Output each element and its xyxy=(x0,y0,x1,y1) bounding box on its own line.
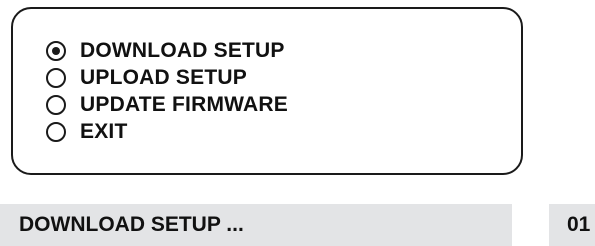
menu-panel: DOWNLOAD SETUP UPLOAD SETUP UPDATE FIRMW… xyxy=(11,7,523,175)
counter-value: 01 xyxy=(567,213,591,236)
option-update-firmware[interactable]: UPDATE FIRMWARE xyxy=(46,91,288,118)
option-label: DOWNLOAD SETUP xyxy=(80,38,285,62)
radio-selected-icon[interactable] xyxy=(46,40,66,61)
option-exit[interactable]: EXIT xyxy=(46,118,288,145)
option-upload-setup[interactable]: UPLOAD SETUP xyxy=(46,64,288,91)
status-text: DOWNLOAD SETUP ... xyxy=(19,213,244,236)
radio-unselected-icon[interactable] xyxy=(46,94,66,115)
option-download-setup[interactable]: DOWNLOAD SETUP xyxy=(46,37,288,64)
option-label: UPLOAD SETUP xyxy=(80,65,247,89)
option-label: EXIT xyxy=(80,119,128,143)
counter-box: 01 xyxy=(549,204,595,246)
status-bar: DOWNLOAD SETUP ... xyxy=(0,204,512,246)
option-list: DOWNLOAD SETUP UPLOAD SETUP UPDATE FIRMW… xyxy=(46,37,288,145)
radio-unselected-icon[interactable] xyxy=(46,121,66,142)
radio-unselected-icon[interactable] xyxy=(46,67,66,88)
option-label: UPDATE FIRMWARE xyxy=(80,92,288,116)
